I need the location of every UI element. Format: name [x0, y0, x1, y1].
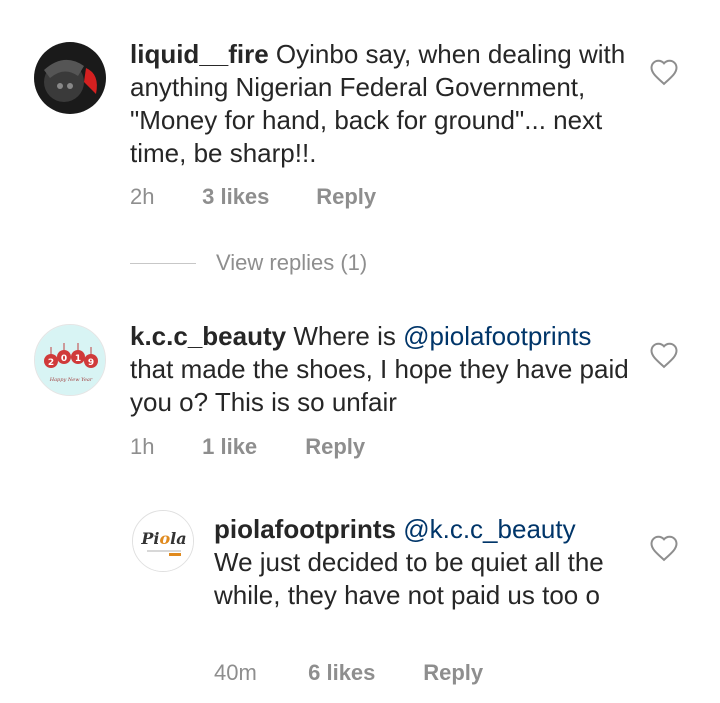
reply-button[interactable]: Reply — [305, 434, 365, 460]
mention-link[interactable]: @k.c.c_beauty — [403, 514, 575, 544]
reply-button[interactable]: Reply — [316, 184, 376, 210]
avatar-image: 2 0 1 9 Happy New Year — [35, 325, 105, 395]
svg-text:Happy New Year: Happy New Year — [49, 377, 93, 383]
likes-count[interactable]: 3 likes — [202, 184, 310, 210]
comment-text-after: that made the shoes, I hope they have pa… — [130, 354, 629, 417]
heart-icon[interactable] — [649, 341, 679, 369]
username[interactable]: k.c.c_beauty — [130, 321, 286, 351]
avatar-image — [34, 42, 106, 114]
avatar[interactable] — [34, 42, 106, 114]
divider-line — [130, 262, 196, 264]
timestamp: 1h — [130, 434, 155, 459]
comment-body: k.c.c_beauty Where is @piolafootprints t… — [130, 320, 630, 419]
username[interactable]: liquid__fire — [130, 39, 269, 69]
username[interactable]: piolafootprints — [214, 514, 396, 544]
svg-text:2: 2 — [48, 358, 54, 368]
svg-text:Piola: Piola — [140, 529, 186, 548]
reply-button[interactable]: Reply — [423, 660, 483, 686]
likes-count[interactable]: 6 likes — [308, 660, 417, 686]
likes-count[interactable]: 1 like — [202, 434, 299, 460]
view-replies-link[interactable]: View replies (1) — [130, 250, 367, 276]
timestamp: 2h — [130, 184, 155, 209]
comment-body: piolafootprints @k.c.c_beauty We just de… — [214, 513, 634, 612]
svg-text:0: 0 — [61, 354, 67, 364]
comment-body: liquid__fire Oyinbo say, when dealing wi… — [130, 38, 630, 170]
avatar[interactable]: 2 0 1 9 Happy New Year — [34, 324, 106, 396]
timestamp: 40m — [214, 660, 257, 685]
comment-text: We just decided to be quiet all the whil… — [214, 547, 604, 610]
view-replies-label[interactable]: View replies (1) — [216, 250, 367, 276]
avatar[interactable]: Piola — [132, 510, 194, 572]
comment-meta: 2h 3 likes Reply — [130, 184, 376, 210]
avatar-image: Piola — [133, 511, 193, 571]
mention-link[interactable]: @piolafootprints — [403, 321, 591, 351]
heart-icon[interactable] — [649, 58, 679, 86]
svg-text:9: 9 — [88, 358, 94, 368]
comment-meta: 40m 6 likes Reply — [214, 660, 483, 686]
heart-icon[interactable] — [649, 534, 679, 562]
svg-text:1: 1 — [75, 354, 81, 364]
comment-text-before: Where is — [286, 321, 404, 351]
comment-meta: 1h 1 like Reply — [130, 434, 365, 460]
